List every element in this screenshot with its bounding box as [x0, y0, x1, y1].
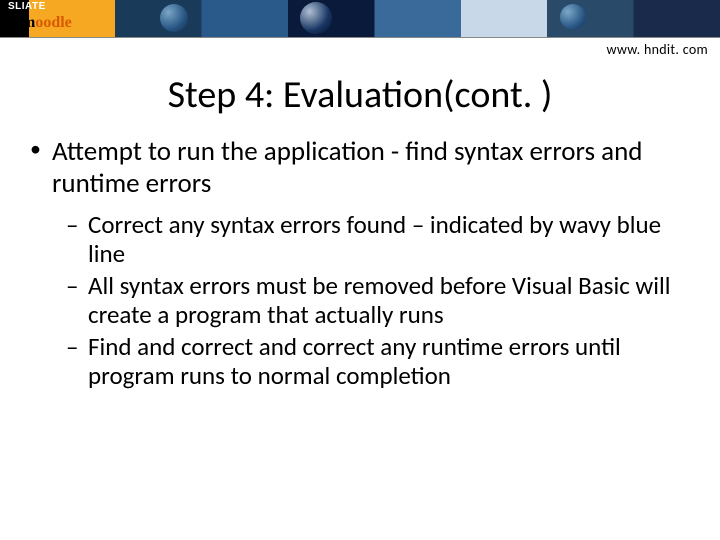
bullet-level2: All syntax errors must be removed before… [66, 271, 692, 330]
banner-decor [0, 0, 720, 37]
bullet-level2: Correct any syntax errors found – indica… [66, 210, 692, 269]
bullet-list-level1: Attempt to run the application - find sy… [28, 136, 692, 391]
bullet-level2: Find and correct and correct any runtime… [66, 332, 692, 391]
slide-content: Attempt to run the application - find sy… [0, 118, 720, 391]
bullet-list-level2: Correct any syntax errors found – indica… [66, 210, 692, 391]
logo-moodle-text: moodle [22, 14, 72, 32]
header-banner: SLIATE moodle [0, 0, 720, 38]
logo-sliate-text: SLIATE [8, 1, 46, 12]
slide-title: Step 4: Evaluation(cont. ) [0, 72, 720, 118]
bullet-text: Attempt to run the application - find sy… [52, 135, 642, 200]
url-text: www. hndit. com [0, 38, 720, 58]
bullet-level1: Attempt to run the application - find sy… [28, 136, 692, 391]
